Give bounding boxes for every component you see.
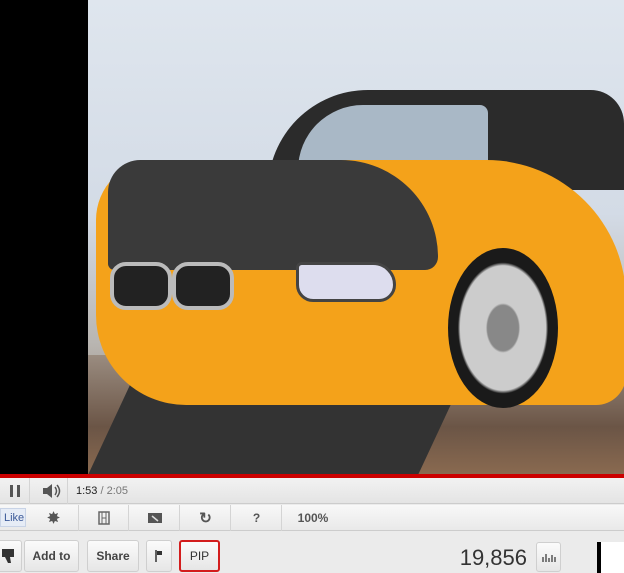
add-to-button[interactable]: Add to	[24, 540, 79, 572]
duration: 2:05	[106, 485, 129, 497]
flag-icon	[155, 550, 162, 562]
help-label: ?	[252, 511, 261, 525]
zoom-level[interactable]: 100%	[283, 505, 343, 531]
zoom-level-label: 100%	[297, 511, 329, 525]
video-player[interactable]	[0, 0, 624, 475]
dislike-icon	[2, 549, 14, 563]
like-label: Like	[4, 511, 25, 524]
add-to-label: Add to	[32, 549, 71, 563]
help-button[interactable]: ?	[232, 505, 282, 531]
view-count: 19,856	[459, 545, 527, 570]
facebook-like-button[interactable]: Like	[0, 508, 26, 527]
volume-button[interactable]	[36, 478, 68, 504]
settings-button[interactable]: ✸	[29, 505, 79, 531]
share-label: Share	[96, 549, 130, 563]
settings-icon: ✸	[47, 510, 60, 527]
action-bar: Add to Share PIP 19,856	[0, 532, 624, 573]
filmstrip-icon	[97, 511, 110, 525]
replay-icon: ↻	[199, 510, 212, 527]
time-separator: /	[97, 485, 107, 497]
flag-button[interactable]	[146, 540, 172, 572]
related-video-thumbnail[interactable]	[597, 542, 624, 573]
current-time: 1:53	[76, 485, 98, 497]
video-toolbar: Like ✸ ↻ ? 100%	[0, 505, 624, 531]
volume-icon	[42, 484, 60, 498]
dislike-button[interactable]	[0, 540, 22, 572]
screen-icon	[147, 513, 162, 523]
share-button[interactable]: Share	[87, 540, 139, 572]
stats-button[interactable]	[536, 542, 561, 572]
pip-label: PIP	[189, 549, 210, 563]
screen-button[interactable]	[130, 505, 180, 531]
video-frame-car	[88, 0, 624, 475]
stats-icon	[541, 554, 556, 562]
pause-icon	[9, 485, 20, 497]
pip-button[interactable]: PIP	[179, 540, 220, 572]
pause-button[interactable]	[0, 478, 30, 504]
replay-button[interactable]: ↻	[181, 505, 231, 531]
filmstrip-button[interactable]	[79, 505, 129, 531]
time-display: 1:53 / 2:05	[76, 485, 128, 497]
player-controls: 1:53 / 2:05	[0, 478, 624, 504]
